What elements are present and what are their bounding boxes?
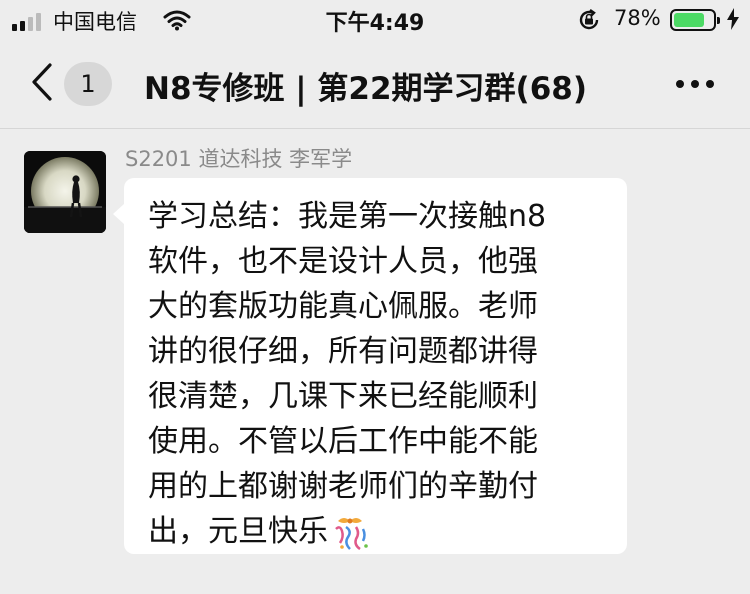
unread-count-badge[interactable]: 1 [64, 62, 112, 106]
battery-fill [674, 13, 704, 27]
sender-avatar[interactable] [24, 151, 106, 233]
bubble-tail [113, 204, 124, 224]
message-line: 用的上都谢谢老师们的辛勤付 [148, 469, 538, 504]
message-line: 大的套版功能真心佩服。老师 [148, 289, 538, 324]
message-line: 讲的很仔细，所有问题都讲得 [148, 334, 538, 369]
chat-header: 1 N8专修班 | 第22期学习群(68) [0, 40, 750, 129]
message-line: 软件，也不是设计人员，他强 [148, 244, 538, 279]
more-options-button[interactable] [676, 80, 714, 90]
avatar-image [24, 151, 106, 233]
message-line-text: 出，元旦快乐 [148, 514, 328, 549]
message-line: 学习总结：我是第一次接触n8 [148, 199, 547, 234]
rotation-lock-icon [579, 9, 599, 30]
chat-title: N8专修班 | 第22期学习群(68) [144, 71, 588, 107]
party-popper-icon [335, 517, 368, 550]
battery-icon [670, 9, 720, 31]
sender-name: S2201 道达科技 李军学 [125, 147, 353, 171]
status-bar: 中国电信 下午4:49 78% [0, 0, 750, 40]
charging-bolt-icon [727, 8, 739, 30]
battery-percentage: 78% [614, 6, 661, 30]
back-chevron-icon[interactable] [30, 62, 54, 102]
message-line: 很清楚，几课下来已经能顺利 [148, 379, 538, 414]
message-bubble[interactable]: 学习总结：我是第一次接触n8 软件，也不是设计人员，他强 大的套版功能真心佩服。… [113, 178, 627, 554]
message-line: 使用。不管以后工作中能不能 [148, 424, 538, 459]
message-line-last: 出，元旦快乐 [148, 509, 607, 554]
